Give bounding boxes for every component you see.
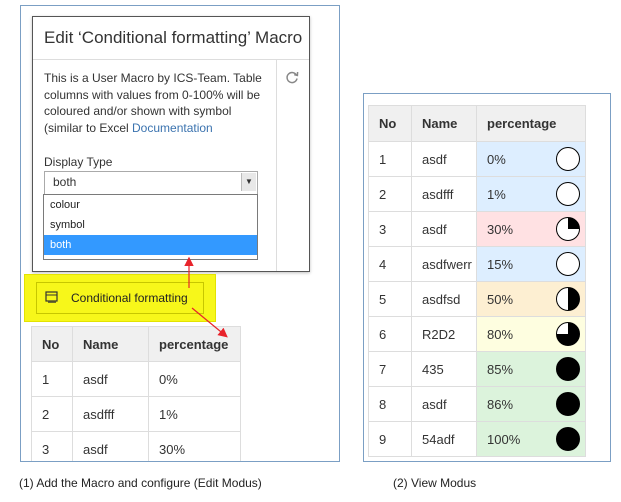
cell-percentage: 0%	[476, 141, 586, 177]
cell-no: 8	[368, 386, 412, 422]
table-row: 8 asdf 86%	[368, 386, 586, 422]
percentage-value: 50%	[487, 291, 514, 307]
cell-no: 1	[31, 361, 73, 397]
progress-circle-icon	[556, 357, 580, 381]
progress-circle-icon	[556, 287, 580, 311]
conditional-formatting-macro[interactable]: Conditional formatting	[36, 282, 204, 314]
table-header-row: No Name percentage	[31, 326, 241, 362]
progress-circle-icon	[556, 147, 580, 171]
formatted-table: No Name percentage 1 asdf 0% 2 asdfff 1% 3 asdf…	[368, 105, 586, 457]
option-symbol[interactable]: symbol	[44, 215, 257, 235]
col-header-name: Name	[72, 326, 149, 362]
cell-percentage: 0%	[148, 361, 241, 397]
col-header-percentage: percentage	[476, 105, 586, 142]
macro-placeholder-icon	[45, 291, 58, 303]
cell-name: asdfsd	[411, 281, 477, 317]
cell-percentage: 80%	[476, 316, 586, 352]
cell-name: asdf	[72, 361, 149, 397]
cell-no: 1	[368, 141, 412, 177]
percentage-value: 30%	[487, 221, 514, 237]
cell-no: 4	[368, 246, 412, 282]
cell-no: 3	[368, 211, 412, 247]
percentage-value: 86%	[487, 396, 514, 412]
cell-percentage: 1%	[476, 176, 586, 212]
col-header-percentage: percentage	[148, 326, 241, 362]
table-row: 9 54adf 100%	[368, 421, 586, 457]
macro-description: This is a User Macro by ICS-Team. Table …	[44, 70, 264, 136]
macro-edit-dialog: Edit ‘Conditional formatting’ Macro This…	[32, 16, 310, 272]
table-row: 7 435 85%	[368, 351, 586, 387]
preview-pane	[276, 60, 309, 271]
cell-name: asdf	[411, 141, 477, 177]
cell-no: 6	[368, 316, 412, 352]
cell-percentage: 100%	[476, 421, 586, 457]
cell-name: 435	[411, 351, 477, 387]
col-header-name: Name	[411, 105, 477, 142]
caption-edit-mode: (1) Add the Macro and configure (Edit Mo…	[19, 476, 262, 490]
edit-mode-panel: Edit ‘Conditional formatting’ Macro This…	[20, 5, 340, 462]
cell-no: 3	[31, 431, 73, 461]
cell-name: asdfff	[411, 176, 477, 212]
cell-percentage: 15%	[476, 246, 586, 282]
macro-highlight: Conditional formatting	[24, 274, 216, 322]
display-type-options: colour symbol both	[43, 194, 258, 260]
documentation-link[interactable]: Documentation	[132, 121, 213, 135]
progress-circle-icon	[556, 217, 580, 241]
display-type-select[interactable]: both ▼	[44, 171, 258, 195]
option-both[interactable]: both	[44, 235, 257, 255]
progress-circle-icon	[556, 252, 580, 276]
col-header-no: No	[368, 105, 412, 142]
cell-percentage: 30%	[148, 431, 241, 461]
table-row: 1 asdf 0%	[31, 361, 241, 397]
table-row: 6 R2D2 80%	[368, 316, 586, 352]
progress-circle-icon	[556, 392, 580, 416]
cell-percentage: 1%	[148, 396, 241, 432]
table-row: 5 asdfsd 50%	[368, 281, 586, 317]
chevron-down-icon[interactable]: ▼	[241, 173, 256, 191]
cell-name: 54adf	[411, 421, 477, 457]
cell-no: 2	[31, 396, 73, 432]
percentage-value: 100%	[487, 431, 521, 447]
cell-no: 2	[368, 176, 412, 212]
percentage-value: 85%	[487, 361, 514, 377]
cell-no: 9	[368, 421, 412, 457]
caption-view-mode: (2) View Modus	[393, 476, 477, 490]
cell-percentage: 50%	[476, 281, 586, 317]
percentage-value: 0%	[487, 151, 506, 167]
cell-percentage: 30%	[476, 211, 586, 247]
macro-label: Conditional formatting	[71, 291, 188, 305]
progress-circle-icon	[556, 322, 580, 346]
cell-name: asdfff	[72, 396, 149, 432]
cell-no: 7	[368, 351, 412, 387]
progress-circle-icon	[556, 427, 580, 451]
cell-name: asdf	[411, 386, 477, 422]
table-row: 3 asdf 30%	[31, 431, 241, 461]
table-row: 4 asdfwerr 15%	[368, 246, 586, 282]
progress-circle-icon	[556, 182, 580, 206]
cell-percentage: 86%	[476, 386, 586, 422]
cell-no: 5	[368, 281, 412, 317]
cell-percentage: 85%	[476, 351, 586, 387]
cell-name: R2D2	[411, 316, 477, 352]
option-colour[interactable]: colour	[44, 195, 257, 215]
refresh-icon[interactable]	[285, 70, 299, 84]
cell-name: asdfwerr	[411, 246, 477, 282]
edit-preview-table: No Name percentage 1 asdf 0% 2 asdfff 1% 3 asdf…	[31, 326, 241, 461]
table-header-row: No Name percentage	[368, 105, 586, 142]
table-row: 2 asdfff 1%	[31, 396, 241, 432]
cell-name: asdf	[72, 431, 149, 461]
view-mode-panel: No Name percentage 1 asdf 0% 2 asdfff 1% 3 asdf…	[363, 93, 611, 462]
percentage-value: 15%	[487, 256, 514, 272]
table-row: 2 asdfff 1%	[368, 176, 586, 212]
display-type-label: Display Type	[44, 155, 113, 169]
percentage-value: 1%	[487, 186, 506, 202]
percentage-value: 80%	[487, 326, 514, 342]
cell-name: asdf	[411, 211, 477, 247]
table-row: 1 asdf 0%	[368, 141, 586, 177]
dialog-title: Edit ‘Conditional formatting’ Macro	[33, 17, 309, 60]
col-header-no: No	[31, 326, 73, 362]
display-type-selected-value: both	[53, 175, 77, 189]
table-row: 3 asdf 30%	[368, 211, 586, 247]
